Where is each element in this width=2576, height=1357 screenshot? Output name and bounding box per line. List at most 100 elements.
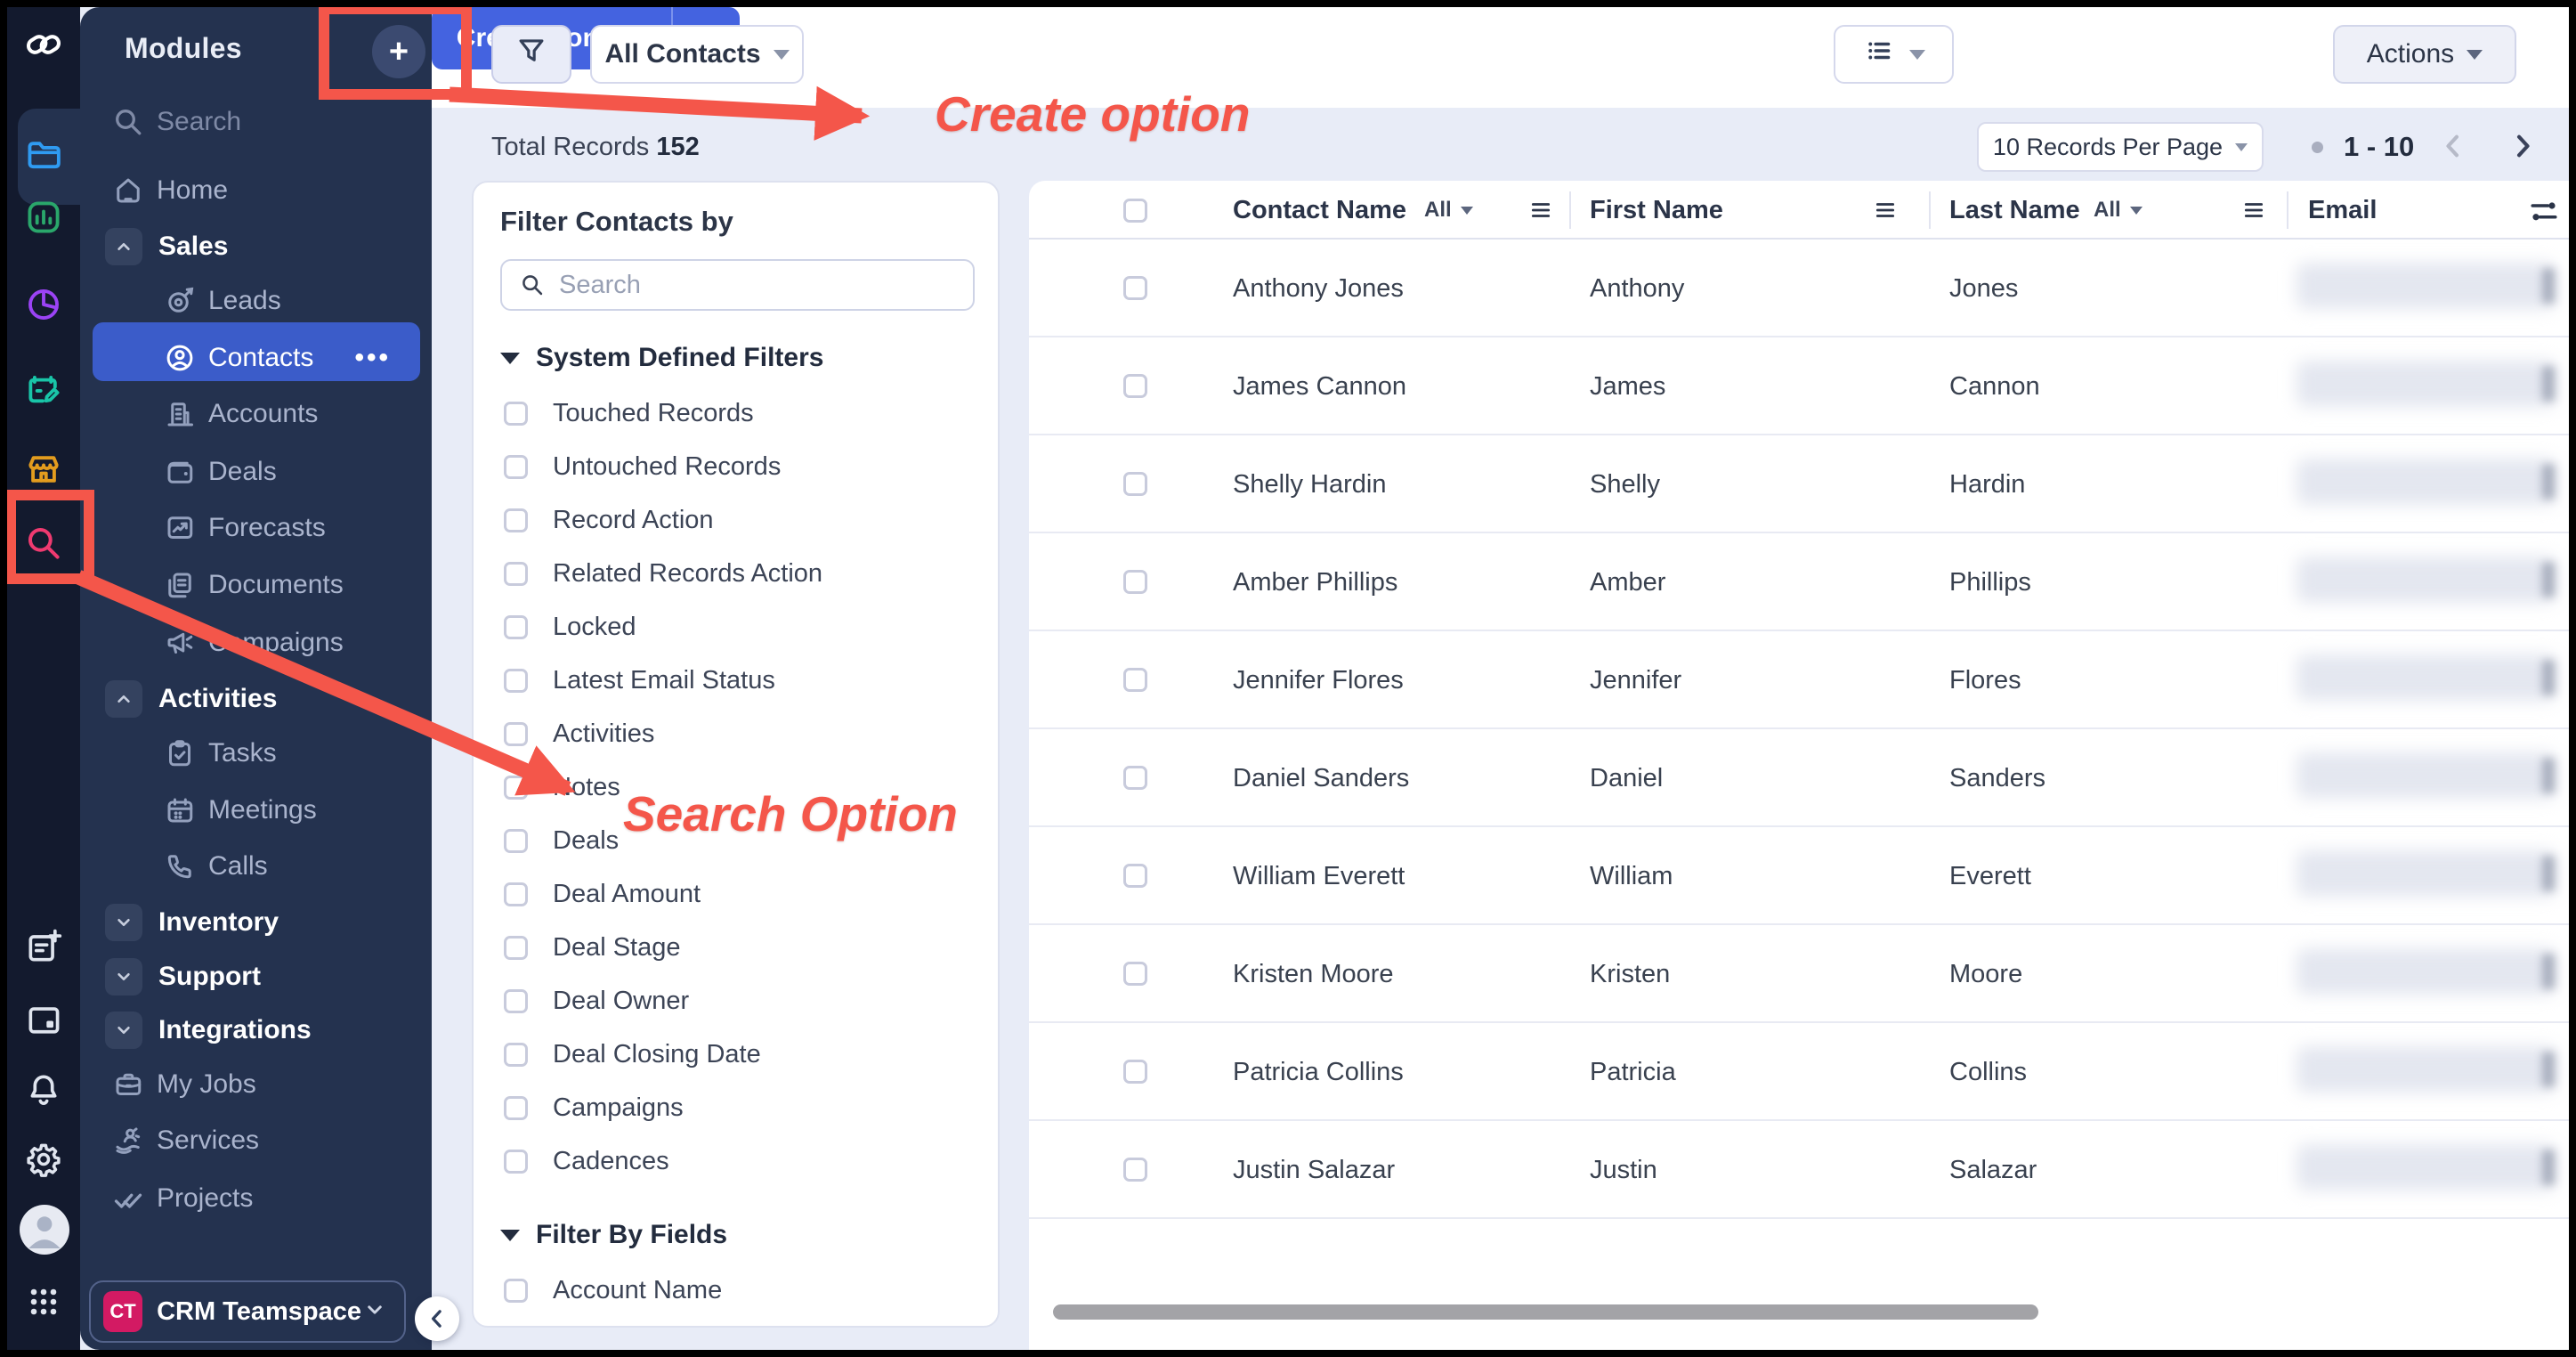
column-menu-icon[interactable]	[2240, 199, 2267, 222]
row-checkbox[interactable]	[1123, 864, 1147, 888]
checkbox[interactable]	[504, 722, 528, 746]
contact-name-cell[interactable]: Jennifer Flores	[1233, 631, 1404, 729]
checkbox[interactable]	[504, 776, 528, 800]
contact-name-cell[interactable]: Amber Phillips	[1233, 533, 1397, 631]
filter-funnel-button[interactable]	[491, 25, 571, 84]
teamspace-switcher[interactable]: CT CRM Teamspace	[89, 1280, 406, 1343]
row-checkbox[interactable]	[1123, 570, 1147, 594]
filter-option-latest-email-status[interactable]: Latest Email Status	[504, 661, 775, 700]
create-module-plus-button[interactable]: +	[372, 25, 425, 78]
rail-search-icon[interactable]	[24, 524, 63, 563]
sidebar-collapse-button[interactable]	[415, 1296, 459, 1341]
sidebar-item-services[interactable]: Services	[80, 1112, 432, 1169]
sidebar-item-leads[interactable]: Leads	[80, 272, 432, 329]
checkbox[interactable]	[504, 1279, 528, 1303]
sidebar-item-deals[interactable]: Deals	[80, 443, 432, 500]
column-header-email[interactable]: Email	[2308, 181, 2377, 240]
sidebar-item-campaigns[interactable]: Campaigns	[80, 614, 432, 671]
column-menu-icon[interactable]	[1527, 199, 1554, 222]
view-selector-dropdown[interactable]: All Contacts	[590, 25, 804, 84]
filter-option-activities[interactable]: Activities	[504, 714, 654, 753]
row-checkbox[interactable]	[1123, 276, 1147, 300]
sidebar-group-activities[interactable]: Activities	[80, 670, 432, 727]
checkbox[interactable]	[504, 882, 528, 906]
sidebar-item-my-jobs[interactable]: My Jobs	[80, 1056, 432, 1113]
contact-name-cell[interactable]: Kristen Moore	[1233, 925, 1394, 1023]
checkbox[interactable]	[504, 1150, 528, 1174]
section-filter-by-fields[interactable]: Filter By Fields	[500, 1217, 727, 1253]
row-checkbox[interactable]	[1123, 668, 1147, 692]
sidebar-item-contacts[interactable]: Contacts •••	[80, 329, 432, 386]
table-row[interactable]: Anthony Jones Anthony Jones	[1029, 240, 2569, 337]
folder-icon[interactable]	[24, 135, 63, 175]
checkbox[interactable]	[504, 669, 528, 693]
select-all-checkbox[interactable]	[1123, 199, 1147, 223]
filter-option-touched-records[interactable]: Touched Records	[504, 394, 754, 433]
column-menu-icon[interactable]	[1872, 199, 1899, 222]
row-checkbox[interactable]	[1123, 1060, 1147, 1084]
row-checkbox[interactable]	[1123, 962, 1147, 986]
last-name-all-filter[interactable]: All	[2094, 181, 2143, 240]
table-row[interactable]: Amber Phillips Amber Phillips	[1029, 533, 2569, 631]
previous-page-button[interactable]	[2436, 129, 2470, 167]
contact-name-cell[interactable]: Justin Salazar	[1233, 1121, 1395, 1219]
row-checkbox[interactable]	[1123, 766, 1147, 790]
table-row[interactable]: Kristen Moore Kristen Moore	[1029, 925, 2569, 1023]
row-checkbox[interactable]	[1123, 374, 1147, 398]
filter-option-notes[interactable]: Notes	[504, 768, 620, 807]
sidebar-item-accounts[interactable]: Accounts	[80, 386, 432, 443]
table-row[interactable]: Justin Salazar Justin Salazar	[1029, 1121, 2569, 1219]
checkbox[interactable]	[504, 829, 528, 853]
user-avatar[interactable]	[20, 1205, 69, 1255]
table-row[interactable]: William Everett William Everett	[1029, 827, 2569, 925]
table-row[interactable]: Jennifer Flores Jennifer Flores	[1029, 631, 2569, 729]
chevron-up-icon[interactable]	[105, 228, 142, 265]
filter-option-locked[interactable]: Locked	[504, 607, 636, 646]
records-per-page-dropdown[interactable]: 10 Records Per Page	[1977, 122, 2264, 172]
column-header-last-name[interactable]: Last Name	[1949, 181, 2080, 240]
checkbox[interactable]	[504, 1096, 528, 1120]
table-row[interactable]: James Cannon James Cannon	[1029, 337, 2569, 435]
contact-name-all-filter[interactable]: All	[1424, 181, 1473, 240]
chevron-up-icon[interactable]	[105, 680, 142, 718]
pie-chart-icon[interactable]	[24, 285, 63, 324]
contact-name-cell[interactable]: James Cannon	[1233, 337, 1406, 435]
checkbox[interactable]	[504, 989, 528, 1013]
sidebar-item-tasks[interactable]: Tasks	[80, 725, 432, 782]
checkbox[interactable]	[504, 936, 528, 960]
calendar-icon[interactable]	[24, 1000, 63, 1039]
next-page-button[interactable]	[2506, 129, 2540, 167]
storefront-icon[interactable]	[24, 450, 63, 489]
horizontal-scrollbar[interactable]	[1053, 1304, 2038, 1320]
filter-option-campaigns[interactable]: Campaigns	[504, 1088, 684, 1127]
filter-option-deal-closing-date[interactable]: Deal Closing Date	[504, 1035, 761, 1074]
sidebar-group-integrations[interactable]: Integrations	[80, 1002, 432, 1059]
column-header-first-name[interactable]: First Name	[1590, 181, 1723, 240]
app-grid-icon[interactable]	[24, 1282, 63, 1321]
filter-option-deal-stage[interactable]: Deal Stage	[504, 928, 681, 967]
checkbox[interactable]	[504, 508, 528, 532]
table-row[interactable]: Patricia Collins Patricia Collins	[1029, 1023, 2569, 1121]
filter-search-input[interactable]: Search	[500, 259, 975, 311]
sidebar-item-search[interactable]: Search	[80, 93, 432, 150]
filter-option-deal-amount[interactable]: Deal Amount	[504, 874, 701, 914]
contact-name-cell[interactable]: Daniel Sanders	[1233, 729, 1409, 827]
filter-option-record-action[interactable]: Record Action	[504, 500, 714, 540]
sidebar-item-documents[interactable]: Documents	[80, 557, 432, 613]
more-options-icon[interactable]: •••	[354, 343, 391, 373]
column-header-contact-name[interactable]: Contact Name	[1233, 181, 1406, 240]
contact-name-cell[interactable]: William Everett	[1233, 827, 1405, 925]
filter-option-deal-owner[interactable]: Deal Owner	[504, 981, 689, 1020]
filter-option-related-records-action[interactable]: Related Records Action	[504, 554, 822, 593]
sidebar-group-inventory[interactable]: Inventory	[80, 894, 432, 951]
chevron-down-icon[interactable]	[105, 958, 142, 995]
filter-option-cadences[interactable]: Cadences	[504, 1142, 669, 1181]
checkbox[interactable]	[504, 562, 528, 586]
bar-chart-icon[interactable]	[24, 198, 63, 237]
filter-option-account-name[interactable]: Account Name	[504, 1271, 722, 1310]
contact-name-cell[interactable]: Anthony Jones	[1233, 240, 1404, 337]
sidebar-item-home[interactable]: Home	[80, 162, 432, 219]
chevron-down-icon[interactable]	[105, 904, 142, 941]
chevron-down-icon[interactable]	[105, 1012, 142, 1049]
checkbox[interactable]	[504, 615, 528, 639]
